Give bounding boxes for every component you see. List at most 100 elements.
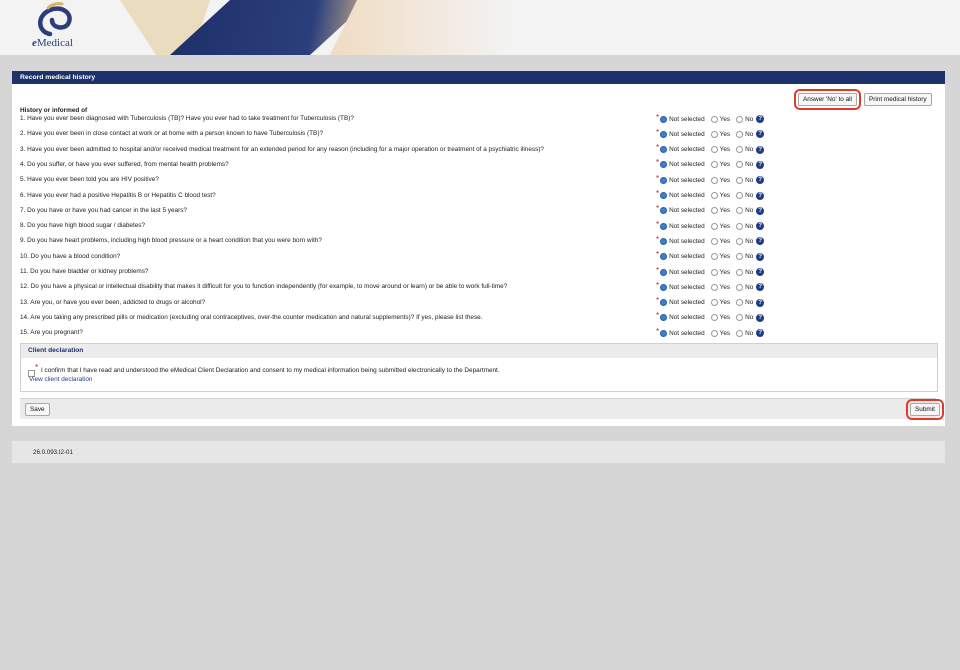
yes-radio[interactable] xyxy=(710,130,718,138)
no-label: No xyxy=(745,237,754,245)
question-row: 11. Do you have bladder or kidney proble… xyxy=(20,265,940,283)
not-selected-label: Not selected xyxy=(669,192,705,199)
no-radio[interactable] xyxy=(736,207,744,215)
help-icon[interactable]: ? xyxy=(756,252,765,261)
answer-no-to-all-button[interactable]: Answer 'No' to all xyxy=(794,89,861,110)
not-selected-radio[interactable] xyxy=(660,237,668,245)
question-row: 9. Do you have heart problems, including… xyxy=(20,235,940,252)
help-icon[interactable]: ? xyxy=(756,222,765,231)
not-selected-radio[interactable] xyxy=(660,268,668,276)
not-selected-radio[interactable] xyxy=(660,146,668,154)
no-label: No xyxy=(745,161,754,169)
no-radio[interactable] xyxy=(736,237,744,245)
yes-radio[interactable] xyxy=(710,176,718,184)
question-text: 2. Have you ever been in close contact a… xyxy=(20,130,323,138)
answer-options: * Not selected Yes No? xyxy=(656,250,765,262)
no-radio[interactable] xyxy=(736,253,744,261)
banner-decoration xyxy=(330,0,510,55)
help-icon[interactable]: ? xyxy=(756,130,765,139)
yes-label: Yes xyxy=(719,314,731,322)
yes-radio[interactable] xyxy=(710,329,718,337)
no-radio[interactable] xyxy=(736,299,744,307)
help-icon[interactable]: ? xyxy=(756,145,765,154)
not-selected-radio[interactable] xyxy=(660,299,668,307)
help-icon[interactable]: ? xyxy=(756,191,765,200)
yes-radio[interactable] xyxy=(710,299,718,307)
required-marker: * xyxy=(656,265,660,275)
history-heading: History or informed of xyxy=(20,107,88,114)
question-row: 6. Have you ever had a positive Hepatiti… xyxy=(20,189,940,207)
no-radio[interactable] xyxy=(736,146,744,154)
yes-radio[interactable] xyxy=(710,237,718,245)
not-selected-radio[interactable] xyxy=(660,130,668,138)
required-marker: * xyxy=(656,311,660,321)
yes-radio[interactable] xyxy=(710,146,718,154)
yes-label: Yes xyxy=(719,130,731,138)
yes-radio[interactable] xyxy=(710,222,718,230)
answer-options: * Not selected Yes No? xyxy=(656,281,765,292)
no-radio[interactable] xyxy=(736,130,744,138)
question-row: 10. Do you have a blood condition? * Not s… xyxy=(20,250,940,268)
help-icon[interactable]: ? xyxy=(756,176,765,185)
not-selected-label: Not selected xyxy=(669,314,705,322)
help-icon[interactable]: ? xyxy=(756,160,765,169)
not-selected-label: Not selected xyxy=(669,207,705,215)
question-text: 10. Do you have a blood condition? xyxy=(20,252,121,260)
help-icon[interactable]: ? xyxy=(756,298,765,307)
no-radio[interactable] xyxy=(736,222,744,230)
help-icon[interactable]: ? xyxy=(756,313,765,322)
not-selected-radio[interactable] xyxy=(660,207,668,215)
yes-radio[interactable] xyxy=(710,207,718,215)
yes-radio[interactable] xyxy=(710,161,718,169)
question-text: 13. Are you, or have you ever been, addi… xyxy=(20,298,206,306)
not-selected-radio[interactable] xyxy=(660,253,668,261)
submit-button[interactable]: Submit xyxy=(906,399,944,420)
no-radio[interactable] xyxy=(736,329,744,337)
yes-label: Yes xyxy=(719,176,731,184)
client-declaration-section: Client declaration * I confirm that I ha… xyxy=(20,343,938,392)
save-button[interactable]: Save xyxy=(25,403,50,416)
yes-radio[interactable] xyxy=(710,253,718,261)
answer-options: * Not selected Yes No? xyxy=(656,113,765,124)
not-selected-radio[interactable] xyxy=(660,161,668,169)
answer-options: * Not selected Yes No? xyxy=(656,235,765,246)
help-icon[interactable]: ? xyxy=(756,206,765,215)
no-label: No xyxy=(745,314,754,322)
no-radio[interactable] xyxy=(736,314,744,322)
no-radio[interactable] xyxy=(736,192,744,199)
no-radio[interactable] xyxy=(736,268,744,276)
not-selected-radio[interactable] xyxy=(660,115,668,123)
help-icon[interactable]: ? xyxy=(756,329,765,338)
required-marker: * xyxy=(656,127,660,137)
header-banner: eMedical xyxy=(0,0,960,55)
question-text: 3. Have you ever been admitted to hospit… xyxy=(20,145,544,153)
not-selected-label: Not selected xyxy=(669,237,705,245)
no-radio[interactable] xyxy=(736,283,744,291)
question-text: 5. Have you ever been told you are HIV p… xyxy=(20,176,159,184)
no-radio[interactable] xyxy=(736,115,744,123)
no-label: No xyxy=(745,268,754,276)
yes-radio[interactable] xyxy=(710,314,718,322)
no-label: No xyxy=(745,329,754,337)
print-medical-history-button[interactable]: Print medical history xyxy=(864,93,932,106)
not-selected-radio[interactable] xyxy=(660,283,668,291)
help-icon[interactable]: ? xyxy=(756,283,765,292)
yes-radio[interactable] xyxy=(710,115,718,123)
record-medical-history-panel: Record medical history Answer 'No' to al… xyxy=(12,71,945,426)
yes-radio[interactable] xyxy=(710,268,718,276)
yes-radio[interactable] xyxy=(710,192,718,199)
not-selected-label: Not selected xyxy=(669,146,705,154)
yes-radio[interactable] xyxy=(710,283,718,291)
no-radio[interactable] xyxy=(736,161,744,169)
not-selected-radio[interactable] xyxy=(660,314,668,322)
not-selected-radio[interactable] xyxy=(660,222,668,230)
not-selected-radio[interactable] xyxy=(660,176,668,184)
view-client-declaration-link[interactable]: View client declaration xyxy=(29,376,92,383)
not-selected-radio[interactable] xyxy=(660,192,668,199)
help-icon[interactable]: ? xyxy=(756,268,765,276)
no-radio[interactable] xyxy=(736,176,744,184)
no-label: No xyxy=(745,253,754,261)
help-icon[interactable]: ? xyxy=(756,237,765,246)
not-selected-radio[interactable] xyxy=(660,329,668,337)
help-icon[interactable]: ? xyxy=(756,115,765,123)
